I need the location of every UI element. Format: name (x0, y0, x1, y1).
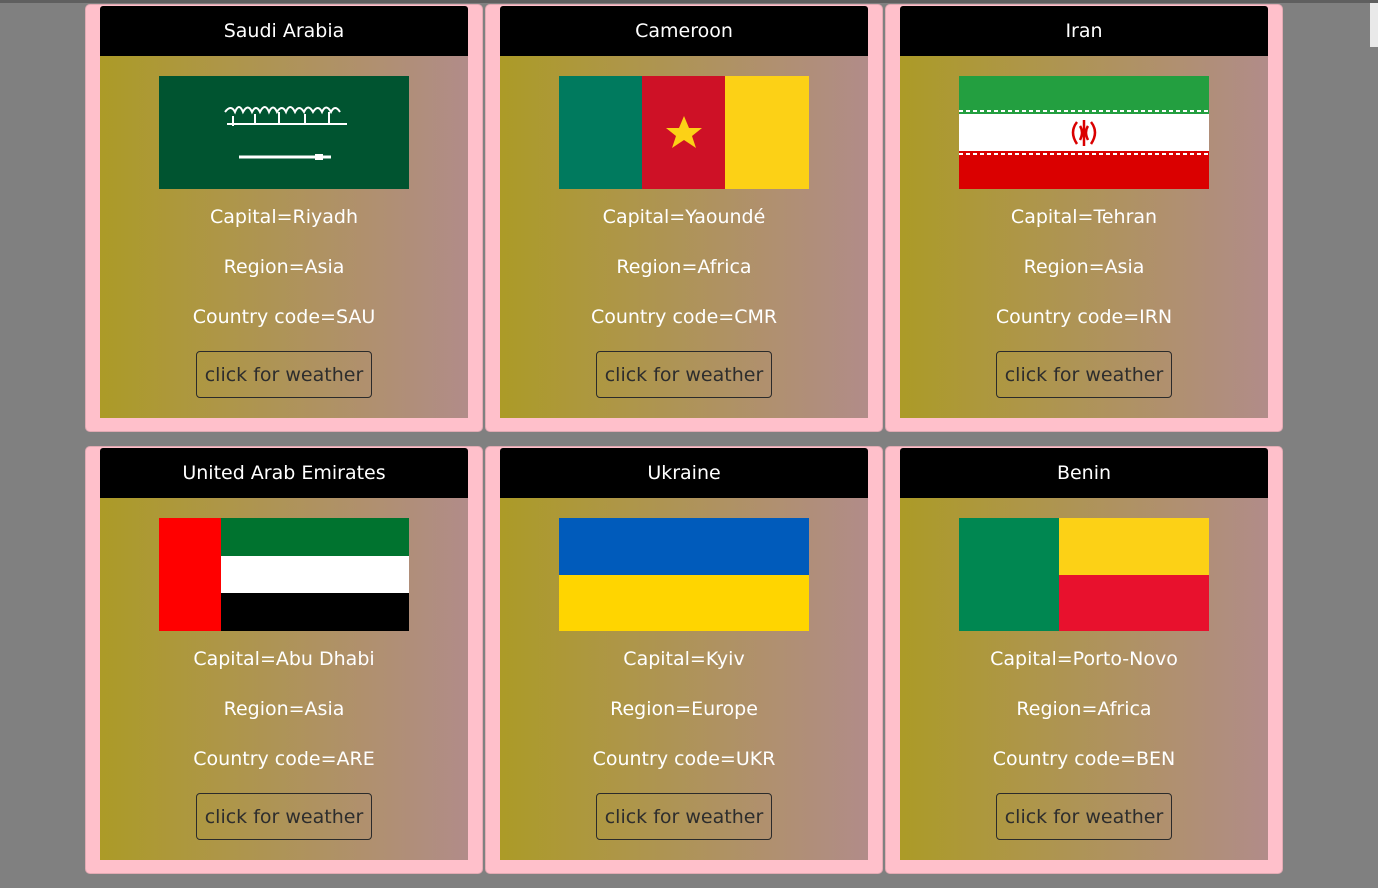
country-name: United Arab Emirates (100, 448, 468, 498)
card-body: Capital=Yaoundé Region=Africa Country co… (500, 56, 868, 418)
weather-button[interactable]: click for weather (996, 351, 1172, 398)
card-body: Capital=Riyadh Region=Asia Country code=… (100, 56, 468, 418)
cameroon-flag-icon (559, 76, 809, 189)
country-code-text: Country code=IRN (995, 306, 1173, 328)
country-card: United Arab Emirates Capital=Abu Dhabi R… (85, 446, 483, 874)
capital-text: Capital=Tehran (1010, 206, 1158, 228)
country-card: Benin Capital=Porto-Novo Region=Africa C… (885, 446, 1283, 874)
weather-button[interactable]: click for weather (196, 351, 372, 398)
country-code-text: Country code=BEN (992, 748, 1176, 770)
card-body: Capital=Kyiv Region=Europe Country code=… (500, 498, 868, 860)
uae-flag-icon (159, 518, 409, 631)
capital-text: Capital=Kyiv (623, 648, 745, 670)
card-body: Capital=Abu Dhabi Region=Asia Country co… (100, 498, 468, 860)
country-code-text: Country code=CMR (590, 306, 778, 328)
capital-text: Capital=Yaoundé (602, 206, 766, 228)
country-name: Ukraine (500, 448, 868, 498)
scrollbar-thumb[interactable] (1370, 3, 1378, 47)
country-code-text: Country code=ARE (193, 748, 375, 770)
benin-flag-icon (959, 518, 1209, 631)
capital-text: Capital=Riyadh (209, 206, 358, 228)
ukraine-flag-icon (559, 518, 809, 631)
country-card: Iran Capital=Tehran Region=Asia Country … (885, 4, 1283, 432)
card-body: Capital=Porto-Novo Region=Africa Country… (900, 498, 1268, 860)
region-text: Region=Asia (1023, 256, 1145, 278)
region-text: Region=Africa (616, 256, 752, 278)
weather-button[interactable]: click for weather (596, 793, 772, 840)
country-code-text: Country code=UKR (592, 748, 776, 770)
saudi-arabia-flag-icon (159, 76, 409, 189)
region-text: Region=Europe (610, 698, 758, 720)
region-text: Region=Asia (223, 256, 345, 278)
weather-button[interactable]: click for weather (996, 793, 1172, 840)
country-grid: Saudi Arabia Capital=Riyadh Region=Asia … (85, 4, 1285, 888)
region-text: Region=Africa (1016, 698, 1152, 720)
country-name: Cameroon (500, 6, 868, 56)
country-card: Ukraine Capital=Kyiv Region=Europe Count… (485, 446, 883, 874)
capital-text: Capital=Abu Dhabi (193, 648, 375, 670)
country-card: Saudi Arabia Capital=Riyadh Region=Asia … (85, 4, 483, 432)
browser-top-edge (0, 0, 1378, 3)
weather-button[interactable]: click for weather (196, 793, 372, 840)
country-name: Benin (900, 448, 1268, 498)
card-body: Capital=Tehran Region=Asia Country code=… (900, 56, 1268, 418)
country-code-text: Country code=SAU (192, 306, 376, 328)
region-text: Region=Asia (223, 698, 345, 720)
capital-text: Capital=Porto-Novo (990, 648, 1178, 670)
card-row: United Arab Emirates Capital=Abu Dhabi R… (85, 446, 1285, 874)
country-name: Iran (900, 6, 1268, 56)
weather-button[interactable]: click for weather (596, 351, 772, 398)
country-card: Cameroon Capital=Yaoundé Region=Africa C… (485, 4, 883, 432)
iran-flag-icon (959, 76, 1209, 189)
country-name: Saudi Arabia (100, 6, 468, 56)
card-row: Saudi Arabia Capital=Riyadh Region=Asia … (85, 4, 1285, 432)
